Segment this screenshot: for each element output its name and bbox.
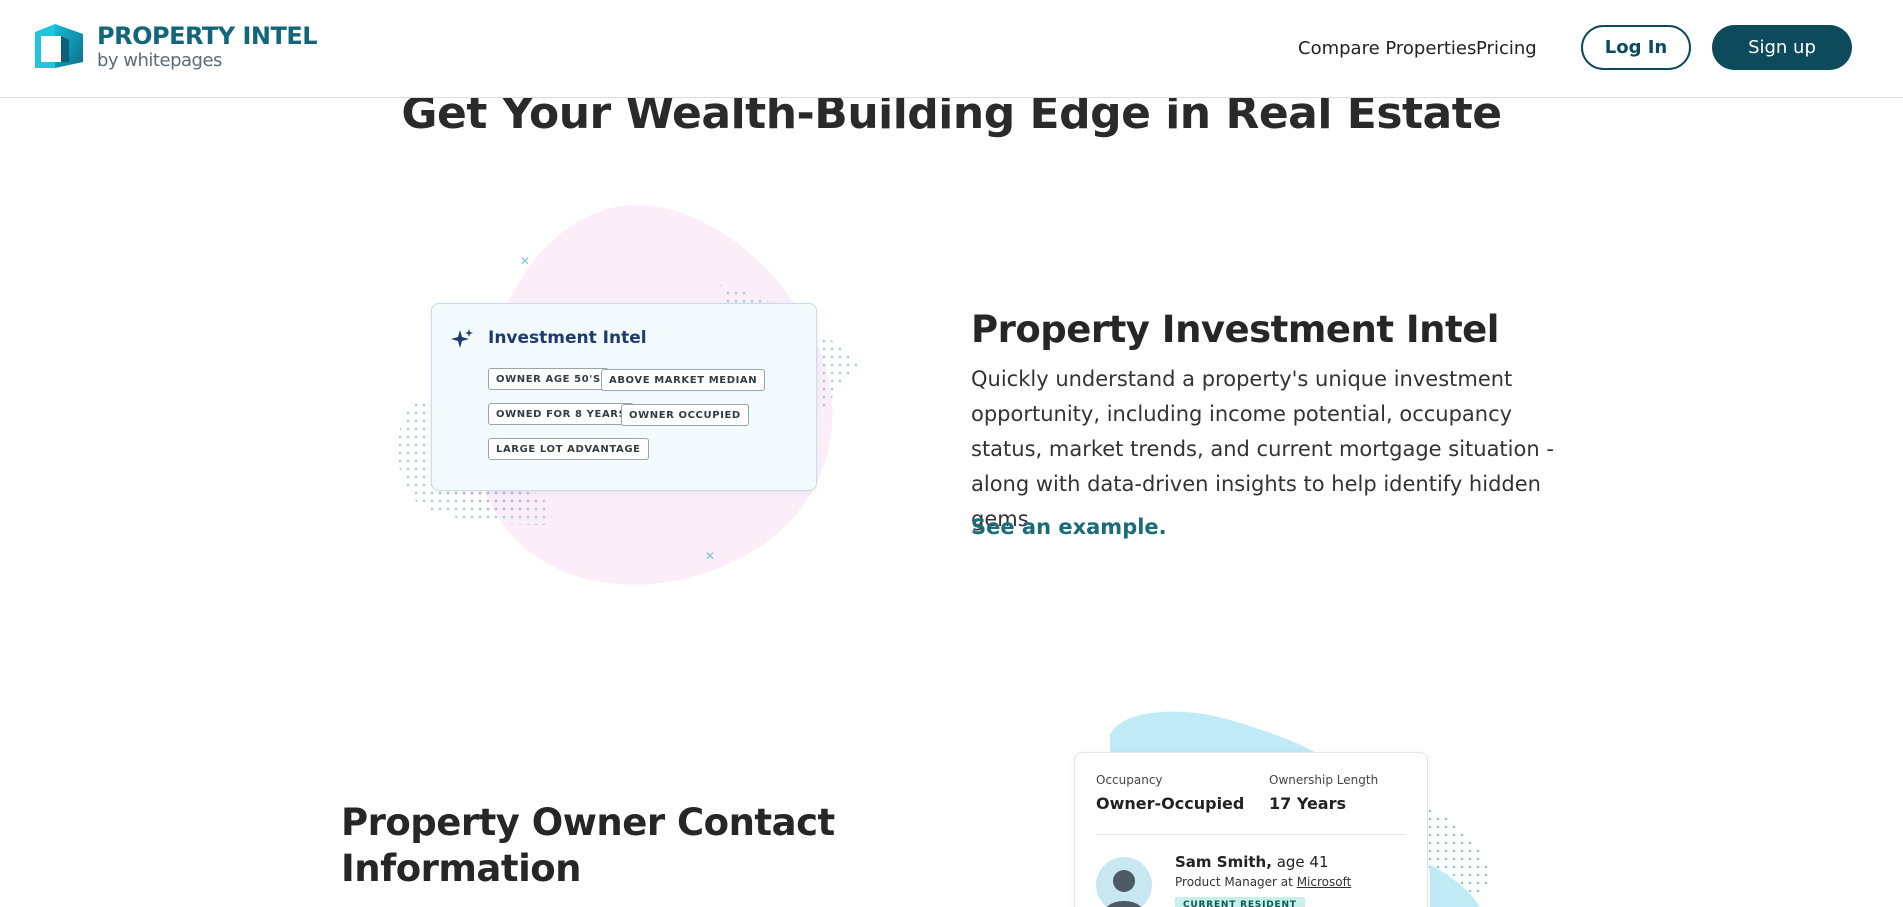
owner-age: age 41 xyxy=(1276,853,1329,871)
divider xyxy=(1096,834,1406,835)
tag-owner-age: OWNER AGE 50'S xyxy=(488,368,609,390)
investment-intel-card: Investment Intel OWNER AGE 50'S ABOVE MA… xyxy=(431,303,817,491)
ownership-length-value: 17 Years xyxy=(1269,794,1347,813)
section-investment-description: Quickly understand a property's unique i… xyxy=(971,367,1554,531)
owner-employer-link[interactable]: Microsoft xyxy=(1297,875,1352,889)
logo-title: PROPERTY INTEL xyxy=(97,22,318,50)
logo[interactable]: PROPERTY INTEL by whitepages xyxy=(33,22,318,72)
owner-job-title: Product Manager at xyxy=(1175,875,1293,889)
owner-name: Sam Smith, age 41 xyxy=(1175,853,1328,871)
owner-job: Product Manager at Microsoft xyxy=(1175,875,1351,889)
logo-mark-icon xyxy=(33,22,85,70)
tag-above-market-median: ABOVE MARKET MEDIAN xyxy=(601,369,766,391)
see-example-link[interactable]: See an example. xyxy=(971,515,1167,539)
ownership-length-label: Ownership Length xyxy=(1269,773,1379,787)
site-header: PROPERTY INTEL by whitepages Compare Pro… xyxy=(0,0,1903,98)
owner-name-text: Sam Smith, xyxy=(1175,853,1272,871)
nav-pricing[interactable]: Pricing xyxy=(1476,38,1537,59)
section-investment-title: Property Investment Intel xyxy=(971,308,1499,351)
sparkle-icon xyxy=(451,329,473,348)
tag-owned-years: OWNED FOR 8 YEARS xyxy=(488,403,635,425)
owner-info-card: Occupancy Owner-Occupied Ownership Lengt… xyxy=(1074,752,1428,907)
svg-text:✕: ✕ xyxy=(520,254,530,268)
person-icon xyxy=(1107,870,1141,907)
tag-owner-occupied: OWNER OCCUPIED xyxy=(621,404,749,426)
nav-compare-properties[interactable]: Compare Properties xyxy=(1298,38,1476,59)
occupancy-value: Owner-Occupied xyxy=(1096,794,1245,813)
occupancy-label: Occupancy xyxy=(1096,773,1163,787)
logo-subtitle: by whitepages xyxy=(97,50,222,71)
avatar xyxy=(1096,857,1152,907)
tag-large-lot: LARGE LOT ADVANTAGE xyxy=(488,438,649,460)
investment-card-title: Investment Intel xyxy=(488,328,647,348)
login-button[interactable]: Log In xyxy=(1581,25,1691,70)
svg-text:✕: ✕ xyxy=(705,549,715,563)
current-resident-badge: CURRENT RESIDENT xyxy=(1175,897,1305,907)
signup-button[interactable]: Sign up xyxy=(1712,25,1852,70)
section-owner-contact-title: Property Owner Contact Information xyxy=(341,801,835,890)
